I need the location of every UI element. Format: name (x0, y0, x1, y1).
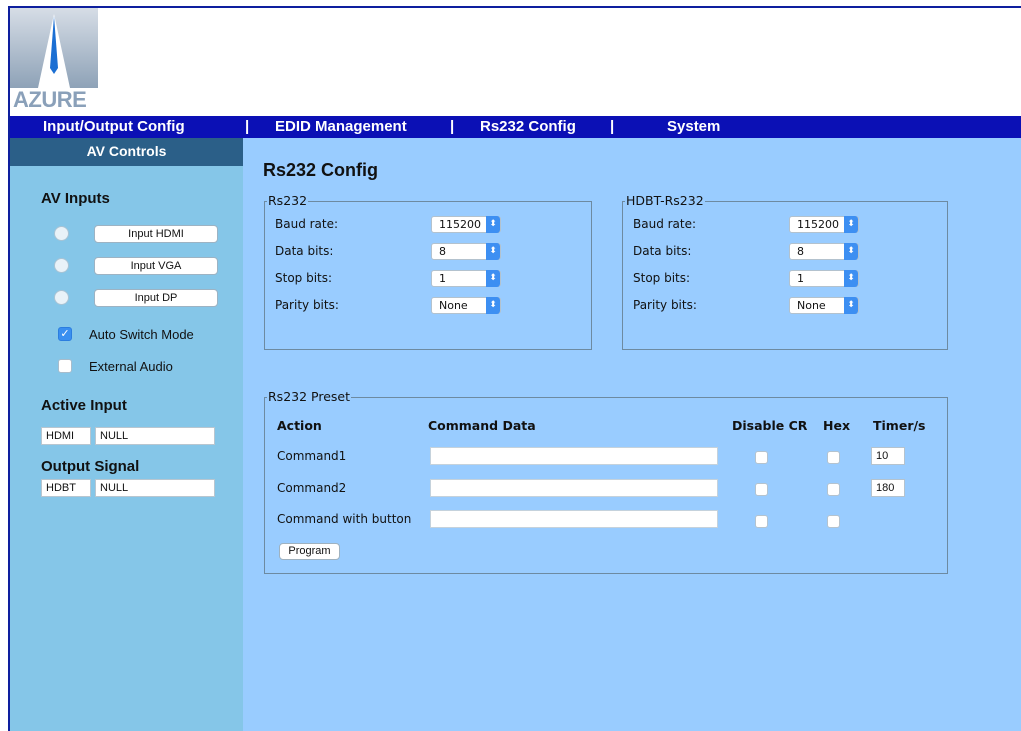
auto-switch-checkbox[interactable]: ✓ (58, 327, 72, 341)
app-frame: AZURE Input/Output Config | EDID Managem… (8, 6, 1021, 731)
output-signal-source: HDBT (41, 479, 91, 497)
program-button[interactable]: Program (279, 543, 340, 560)
nav-separator: | (245, 118, 250, 135)
hdbt-baud-select[interactable]: 115200 ⬍ (789, 216, 859, 233)
command2-label: Command2 (277, 481, 347, 495)
input-hdmi-button[interactable]: Input HDMI (94, 225, 218, 243)
select-arrow-icon: ⬍ (844, 243, 858, 260)
top-nav: Input/Output Config | EDID Management | … (10, 116, 1021, 138)
nav-rs232-config[interactable]: Rs232 Config (480, 118, 576, 136)
rs232-stop-bits-value: 1 (439, 272, 446, 285)
rs232-parity-value: None (439, 299, 468, 312)
rs232-parity-select[interactable]: None ⬍ (431, 297, 501, 314)
command1-hex-checkbox[interactable] (827, 451, 840, 464)
col-action: Action (277, 418, 322, 433)
command-with-button-disable-cr-checkbox[interactable] (755, 515, 768, 528)
sidebar: AV Controls AV Inputs Input HDMI Input V… (10, 138, 243, 731)
active-input-value: NULL (95, 427, 215, 445)
input-vga-button[interactable]: Input VGA (94, 257, 218, 275)
av-inputs-title: AV Inputs (41, 190, 110, 207)
hdbt-rs232-legend: HDBT-Rs232 (625, 193, 705, 209)
rs232-legend: Rs232 (267, 193, 309, 209)
command-with-button-data-input[interactable] (430, 510, 718, 528)
hdbt-stop-bits-value: 1 (797, 272, 804, 285)
hdbt-parity-value: None (797, 299, 826, 312)
rs232-baud-label: Baud rate: (275, 217, 339, 231)
external-audio-label: External Audio (89, 359, 173, 374)
hdbt-baud-value: 115200 (797, 218, 839, 231)
col-timer: Timer/s (873, 418, 926, 433)
hdbt-stop-bits-label: Stop bits: (633, 271, 691, 285)
hdbt-data-bits-value: 8 (797, 245, 804, 258)
rs232-baud-select[interactable]: 115200 ⬍ (431, 216, 501, 233)
command2-disable-cr-checkbox[interactable] (755, 483, 768, 496)
select-arrow-icon: ⬍ (844, 270, 858, 287)
rs232-stop-bits-select[interactable]: 1 ⬍ (431, 270, 501, 287)
command1-data-input[interactable] (430, 447, 718, 465)
hdbt-parity-label: Parity bits: (633, 298, 697, 312)
input-hdmi-radio[interactable] (54, 226, 69, 241)
external-audio-checkbox[interactable] (58, 359, 72, 373)
col-hex: Hex (823, 418, 851, 433)
rs232-baud-value: 115200 (439, 218, 481, 231)
select-arrow-icon: ⬍ (486, 270, 500, 287)
select-arrow-icon: ⬍ (486, 243, 500, 260)
input-dp-button[interactable]: Input DP (94, 289, 218, 307)
logo-text: AZURE (13, 87, 87, 112)
output-signal-title: Output Signal (41, 458, 140, 475)
col-command-data: Command Data (428, 418, 536, 433)
hdbt-data-bits-label: Data bits: (633, 244, 692, 258)
rs232-preset-group: Rs232 Preset Action Command Data Disable… (264, 389, 948, 574)
command2-hex-checkbox[interactable] (827, 483, 840, 496)
col-disable-cr: Disable CR (732, 418, 808, 433)
hdbt-parity-select[interactable]: None ⬍ (789, 297, 859, 314)
nav-input-output-config[interactable]: Input/Output Config (43, 118, 185, 136)
select-arrow-icon: ⬍ (486, 216, 500, 233)
command2-timer-input[interactable]: 180 (871, 479, 905, 497)
rs232-group: Rs232 Baud rate: 115200 ⬍ Data bits: 8 ⬍… (264, 193, 592, 350)
input-vga-radio[interactable] (54, 258, 69, 273)
hdbt-stop-bits-select[interactable]: 1 ⬍ (789, 270, 859, 287)
output-signal-value: NULL (95, 479, 215, 497)
nav-system[interactable]: System (667, 118, 720, 136)
select-arrow-icon: ⬍ (486, 297, 500, 314)
nav-edid-management[interactable]: EDID Management (275, 118, 407, 136)
input-dp-radio[interactable] (54, 290, 69, 305)
command2-data-input[interactable] (430, 479, 718, 497)
hdbt-data-bits-select[interactable]: 8 ⬍ (789, 243, 859, 260)
nav-separator: | (610, 118, 615, 135)
select-arrow-icon: ⬍ (844, 297, 858, 314)
nav-separator: | (450, 118, 455, 135)
command1-timer-input[interactable]: 10 (871, 447, 905, 465)
main-panel: Rs232 Config Rs232 Baud rate: 115200 ⬍ D… (243, 138, 1021, 731)
auto-switch-label: Auto Switch Mode (89, 327, 194, 342)
hdbt-rs232-group: HDBT-Rs232 Baud rate: 115200 ⬍ Data bits… (622, 193, 948, 350)
page-title: Rs232 Config (263, 160, 379, 180)
header: AZURE (10, 8, 1021, 116)
hdbt-baud-label: Baud rate: (633, 217, 697, 231)
command-with-button-label: Command with button (277, 512, 412, 526)
rs232-data-bits-select[interactable]: 8 ⬍ (431, 243, 501, 260)
rs232-preset-legend: Rs232 Preset (267, 389, 352, 405)
select-arrow-icon: ⬍ (844, 216, 858, 233)
sidebar-header: AV Controls (10, 138, 243, 166)
command1-disable-cr-checkbox[interactable] (755, 451, 768, 464)
command1-label: Command1 (277, 449, 347, 463)
command-with-button-hex-checkbox[interactable] (827, 515, 840, 528)
rs232-data-bits-value: 8 (439, 245, 446, 258)
rs232-data-bits-label: Data bits: (275, 244, 334, 258)
active-input-source: HDMI (41, 427, 91, 445)
azure-logo: AZURE (10, 8, 98, 116)
rs232-parity-label: Parity bits: (275, 298, 339, 312)
active-input-title: Active Input (41, 397, 127, 414)
rs232-stop-bits-label: Stop bits: (275, 271, 333, 285)
